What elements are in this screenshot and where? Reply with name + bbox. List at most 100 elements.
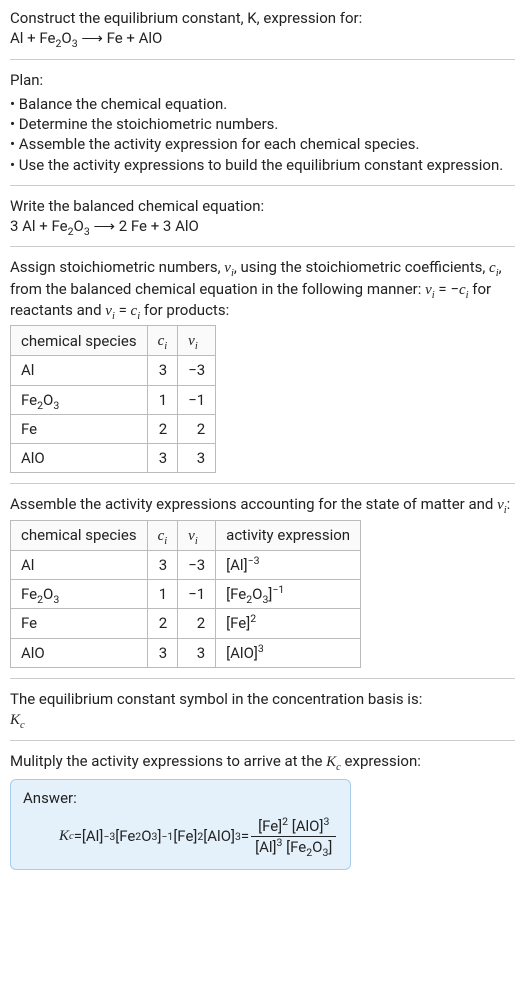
sp: Fe xyxy=(21,420,37,438)
sp: Al xyxy=(21,361,34,379)
td-species: Fe2O3 xyxy=(11,580,148,609)
kc: K xyxy=(10,712,20,728)
eq-rhs: Fe + AlO xyxy=(107,29,163,47)
td-nui: −3 xyxy=(178,356,216,385)
table-row: AlO 3 3 xyxy=(11,444,216,473)
th-species: chemical species xyxy=(11,326,148,356)
plan-item: Determine the stoichiometric numbers. xyxy=(10,114,515,134)
td-ci: 3 xyxy=(147,638,178,667)
td-species: Fe xyxy=(11,414,148,443)
fraction-numerator: [Fe]2 [AlO]3 xyxy=(251,816,336,837)
table-row: Fe2O3 1 −1 [Fe2O3]−1 xyxy=(11,580,361,609)
sp: AlO xyxy=(21,449,45,467)
act-sup: 3 xyxy=(258,642,264,655)
stoich-t: Assign stoichiometric numbers, xyxy=(10,258,224,276)
assemble-t: : xyxy=(507,495,511,513)
plan-header: Plan: xyxy=(10,70,515,90)
balanced-header: Write the balanced chemical equation: xyxy=(10,196,515,216)
kc-sub: c xyxy=(20,720,25,731)
fraction-denominator: [Al]3 [Fe2O3] xyxy=(251,837,336,857)
act: [Al] xyxy=(226,556,247,574)
act: [Fe xyxy=(226,585,246,603)
th-nui: νi xyxy=(178,520,216,550)
mult-t: expression: xyxy=(341,752,421,770)
td-activity: [AlO]3 xyxy=(216,638,361,667)
bal-mid: O xyxy=(74,217,84,235)
divider xyxy=(10,678,515,679)
activity-table: chemical species ci νi activity expressi… xyxy=(10,520,361,668)
td-ci: 2 xyxy=(147,414,178,443)
fd-a: [Al] xyxy=(255,838,276,856)
assemble-t: Assemble the activity expressions accoun… xyxy=(10,495,497,513)
sp: Fe xyxy=(21,585,37,603)
nui: ν xyxy=(188,528,195,544)
table-header-row: chemical species ci νi activity expressi… xyxy=(11,520,361,550)
plan-item: Use the activity expressions to build th… xyxy=(10,155,515,175)
td-species: Fe2O3 xyxy=(11,385,148,414)
divider xyxy=(10,246,515,247)
stoich-t: = − xyxy=(435,280,459,298)
nui: ν xyxy=(188,333,195,349)
stoich-t: = xyxy=(115,301,131,319)
table-row: Al 3 −3 [Al]−3 xyxy=(11,550,361,579)
t2-mid: O xyxy=(141,826,151,846)
eq-lhs: Al + Fe xyxy=(10,29,55,47)
td-ci: 3 xyxy=(147,550,178,579)
equals: = xyxy=(74,826,82,846)
act-sup: 2 xyxy=(250,612,256,625)
nui-sub: i xyxy=(195,536,198,547)
t1: [Al] xyxy=(82,826,103,846)
td-species: AlO xyxy=(11,638,148,667)
answer-label: Answer: xyxy=(23,788,338,808)
intro-line1: Construct the equilibrium constant, K, e… xyxy=(10,8,515,28)
sp-mid: O xyxy=(43,585,53,603)
plan-item: Assemble the activity expression for eac… xyxy=(10,134,515,154)
c-symbol: c xyxy=(489,260,496,276)
kc-line: The equilibrium constant symbol in the c… xyxy=(10,689,515,709)
nu-symbol: ν xyxy=(497,497,504,513)
td-activity: [Fe]2 xyxy=(216,609,361,638)
td-nui: 2 xyxy=(178,609,216,638)
sp-sub: 3 xyxy=(53,399,59,412)
assemble-header: Assemble the activity expressions accoun… xyxy=(10,494,515,515)
divider xyxy=(10,185,515,186)
td-activity: [Fe2O3]−1 xyxy=(216,580,361,609)
td-nui: −1 xyxy=(178,385,216,414)
act-sup: −1 xyxy=(272,583,284,596)
balanced-equation: 3 Al + Fe2O3 ⟶ 2 Fe + 3 AlO xyxy=(10,216,515,236)
fn-a: [Fe] xyxy=(258,817,282,835)
kc-symbol: Kc xyxy=(10,709,515,730)
table-row: Fe 2 2 xyxy=(11,414,216,443)
td-ci: 3 xyxy=(147,356,178,385)
ci-sub: i xyxy=(164,341,167,352)
kc: K xyxy=(59,826,69,846)
th-ci: ci xyxy=(147,520,178,550)
td-nui: −1 xyxy=(178,580,216,609)
t4: [AlO] xyxy=(203,826,235,846)
td-species: Al xyxy=(11,356,148,385)
stoich-t: , using the stoichiometric coefficients, xyxy=(234,258,489,276)
td-activity: [Al]−3 xyxy=(216,550,361,579)
th-species: chemical species xyxy=(11,520,148,550)
table-row: AlO 3 3 [AlO]3 xyxy=(11,638,361,667)
stoich-paragraph: Assign stoichiometric numbers, νi, using… xyxy=(10,257,515,321)
td-nui: 2 xyxy=(178,414,216,443)
ci-sub: i xyxy=(164,536,167,547)
nu-symbol: ν xyxy=(224,260,231,276)
table-row: Al 3 −3 xyxy=(11,356,216,385)
th-activity: activity expression xyxy=(216,520,361,550)
td-species: AlO xyxy=(11,444,148,473)
bal-pre: 3 Al + Fe xyxy=(10,217,68,235)
act-mid: O xyxy=(252,585,262,603)
th-ci: ci xyxy=(147,326,178,356)
td-nui: 3 xyxy=(178,444,216,473)
td-ci: 1 xyxy=(147,385,178,414)
fd-b-post: ] xyxy=(328,838,332,856)
nu-symbol: ν xyxy=(425,282,432,298)
table-header-row: chemical species ci νi xyxy=(11,326,216,356)
answer-equation: Kc = [Al]−3 [Fe2O3]−1 [Fe]2 [AlO]3 = [Fe… xyxy=(23,816,338,858)
td-ci: 1 xyxy=(147,580,178,609)
act: [Fe] xyxy=(226,614,250,632)
nui-sub: i xyxy=(195,341,198,352)
eq-mid1: O xyxy=(61,29,71,47)
